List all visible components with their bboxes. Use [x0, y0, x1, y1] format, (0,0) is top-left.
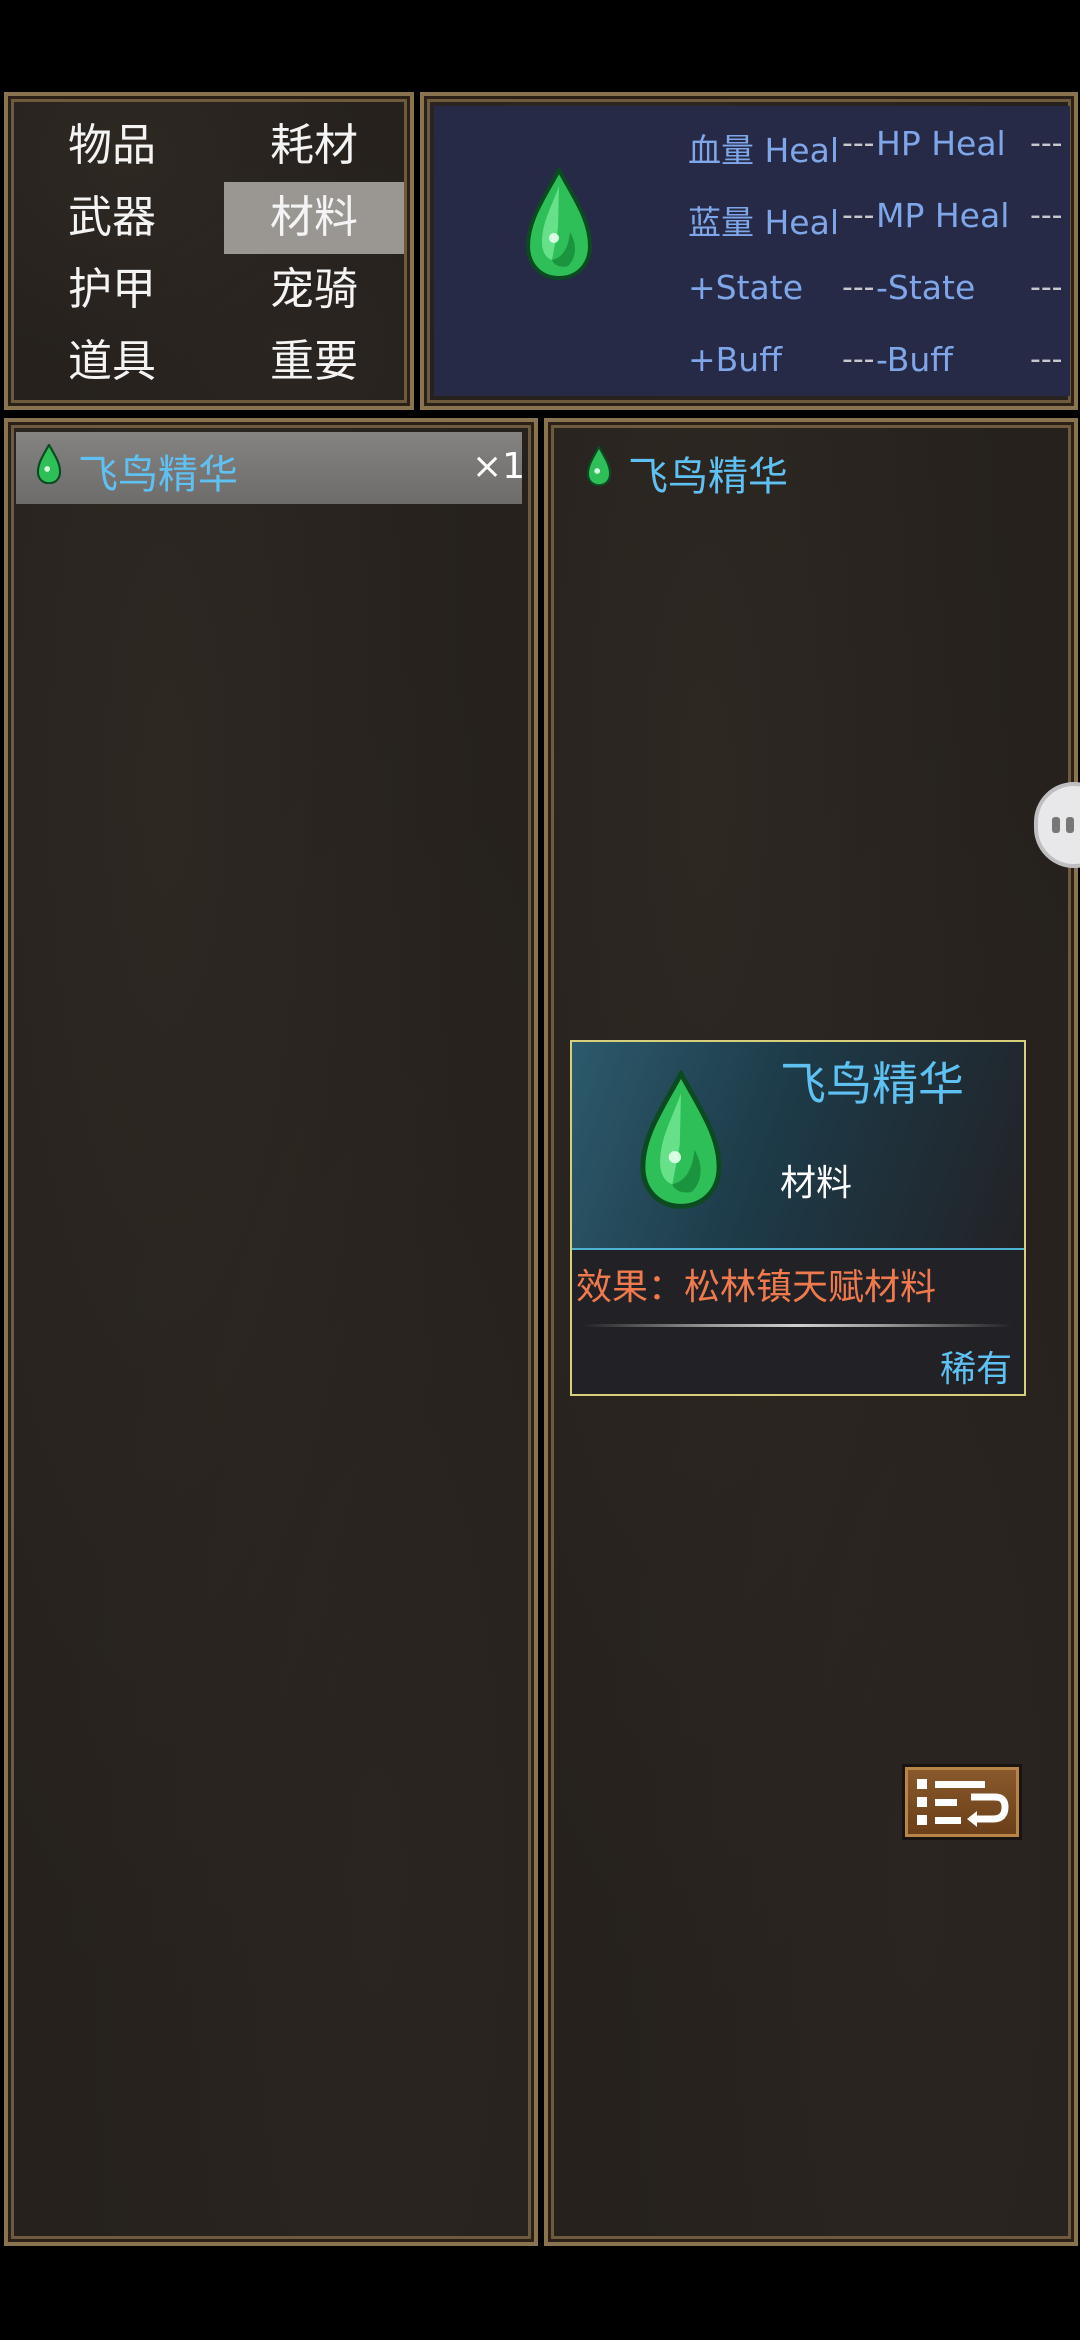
green-gem-icon — [525, 168, 593, 280]
stat-mp-heal-alt-label: MP Heal — [876, 196, 1010, 235]
stat-hp-heal-alt-label: HP Heal — [876, 124, 1006, 163]
stat-mp-heal-value: --- — [842, 198, 875, 233]
category-items[interactable]: 物品 — [22, 110, 202, 182]
category-consumables[interactable]: 耗材 — [224, 110, 404, 182]
list-item[interactable]: 飞鸟精华 ×1 — [16, 432, 526, 504]
stat-remove-buff-label: -Buff — [876, 340, 954, 379]
category-weapons[interactable]: 武器 — [22, 182, 202, 254]
card-header: 飞鸟精华 材料 — [572, 1042, 1024, 1250]
item-stats-panel: 血量 Heal --- HP Heal --- 蓝量 Heal --- MP H… — [420, 92, 1078, 410]
category-tools[interactable]: 道具 — [22, 326, 202, 398]
category-armor[interactable]: 护甲 — [22, 254, 202, 326]
sort-button[interactable] — [902, 1764, 1022, 1840]
green-gem-icon — [586, 446, 612, 486]
category-panel: 物品 耗材 武器 材料 护甲 宠骑 道具 重要 — [4, 92, 414, 410]
stat-remove-buff-value: --- — [1030, 342, 1063, 377]
stat-add-state-value: --- — [842, 270, 875, 305]
card-rarity: 稀有 — [939, 1349, 1012, 1390]
stat-remove-state-value: --- — [1030, 270, 1063, 305]
detail-item-name: 飞鸟精华 — [628, 454, 788, 500]
green-gem-icon — [640, 1070, 722, 1209]
list-item-count: ×1 — [472, 446, 526, 487]
card-title: 飞鸟精华 — [780, 1057, 964, 1111]
category-key-items[interactable]: 重要 — [224, 326, 404, 398]
list-item-name: 飞鸟精华 — [78, 452, 238, 498]
stat-hp-heal-value: --- — [842, 126, 875, 161]
card-effect: 效果：松林镇天赋材料 — [576, 1267, 937, 1308]
stat-mp-heal-alt-value: --- — [1030, 198, 1063, 233]
card-divider — [582, 1324, 1012, 1327]
stat-remove-state-label: -State — [876, 268, 976, 307]
stat-add-state-label: +State — [688, 268, 804, 307]
stat-hp-heal-label: 血量 Heal — [688, 131, 839, 170]
stat-hp-heal-alt-value: --- — [1030, 126, 1063, 161]
category-materials[interactable]: 材料 — [224, 182, 404, 254]
green-gem-icon — [36, 444, 62, 484]
item-info-card: 飞鸟精华 材料 效果：松林镇天赋材料 稀有 — [570, 1040, 1026, 1396]
stat-add-buff-value: --- — [842, 342, 875, 377]
category-pets-mounts[interactable]: 宠骑 — [224, 254, 404, 326]
handle-dot — [1066, 817, 1074, 833]
card-item-type: 材料 — [780, 1163, 853, 1204]
handle-dot — [1052, 817, 1060, 833]
item-list-panel — [4, 418, 538, 2246]
stat-mp-heal-label: 蓝量 Heal — [688, 203, 839, 242]
stat-add-buff-label: +Buff — [688, 340, 782, 379]
sort-list-icon — [917, 1779, 1009, 1827]
